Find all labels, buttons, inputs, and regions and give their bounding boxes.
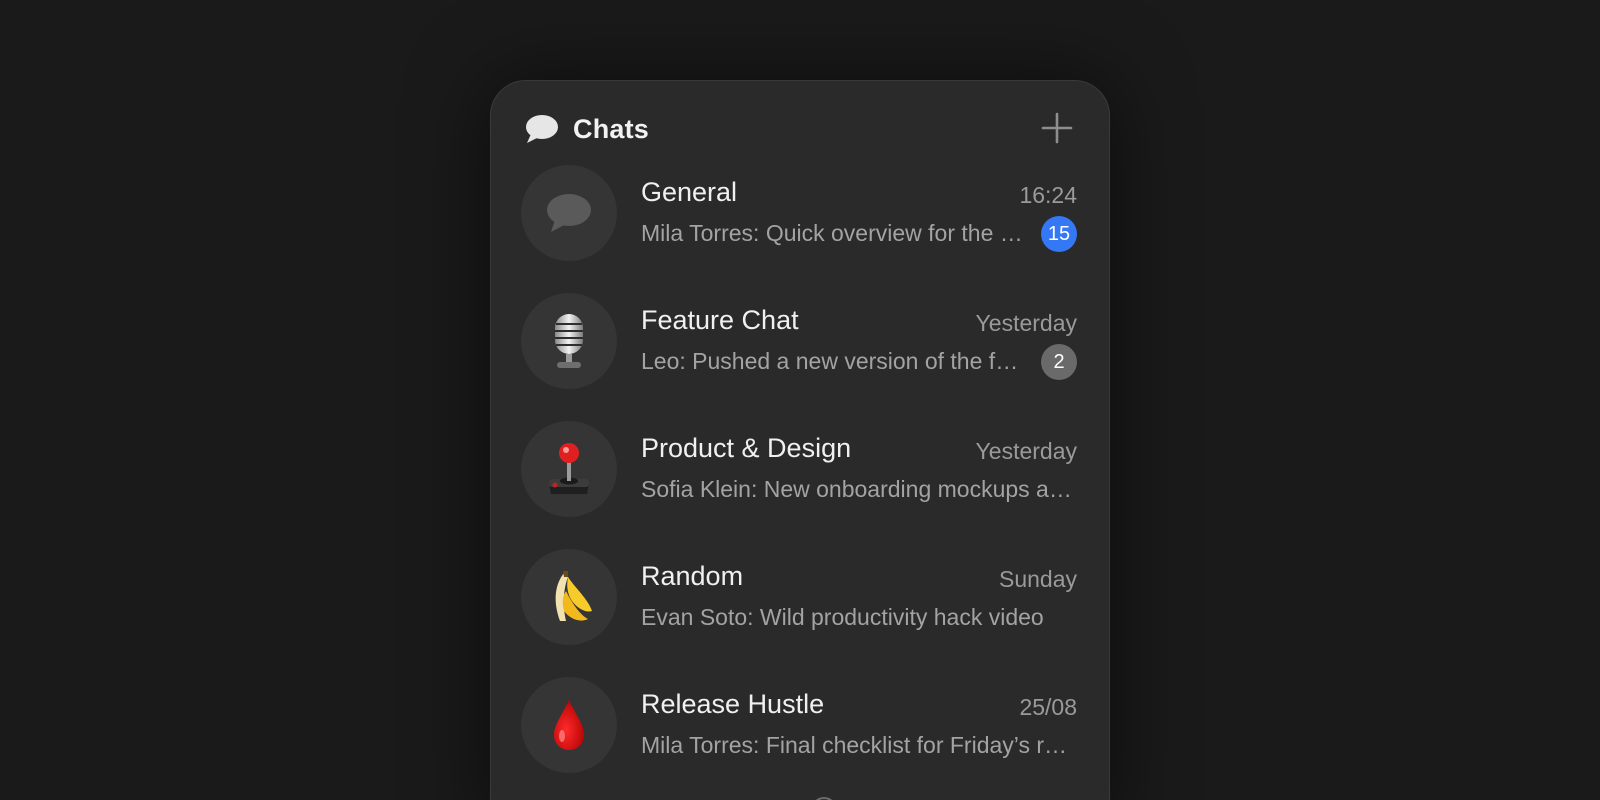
chat-item-random[interactable]: Random Sunday Evan Soto: Wild productivi… [491,549,1109,677]
new-chat-button[interactable] [1037,109,1077,149]
avatar [521,677,617,773]
chat-name: Release Hustle [641,689,825,719]
chat-name: Product & Design [641,433,852,463]
chat-name: Random [641,561,744,591]
page-title: Chats [573,113,650,144]
chat-item-release-hustle[interactable]: Release Hustle 25/08 Mila Torres: Final … [491,677,1109,800]
chat-item-product-design[interactable]: Product & Design Yesterday Sofia Klein: … [491,421,1109,549]
chat-list: General 16:24 Mila Torres: Quick overvie… [491,165,1109,800]
chat-preview: Evan Soto: Wild productivity hack video [641,604,1044,630]
app-stage: Chats General 16:24 Mila Torres: Quick o… [0,0,1600,800]
unread-badge: 2 [1041,344,1077,380]
chat-preview: Mila Torres: Quick overview for the team [641,220,1026,246]
avatar [521,421,617,517]
blood-drop-icon [551,698,587,752]
chat-time: Sunday [998,566,1077,592]
chat-time: 25/08 [1019,694,1077,720]
banana-icon [542,569,596,625]
avatar [521,549,617,645]
chat-name: Feature Chat [641,305,799,335]
chat-name: General [641,177,738,207]
chat-preview: Leo: Pushed a new version of the feature [641,348,1026,374]
chat-preview: Mila Torres: Final checklist for Friday’… [641,732,1073,758]
chats-header: Chats [525,109,1077,149]
avatar [521,293,617,389]
speech-bubble-icon [525,114,559,144]
chat-item-feature-chat[interactable]: Feature Chat Yesterday Leo: Pushed a new… [491,293,1109,421]
chat-item-general[interactable]: General 16:24 Mila Torres: Quick overvie… [491,165,1109,293]
speech-bubble-icon [546,193,592,233]
microphone-icon [547,312,591,370]
avatar [521,165,617,261]
chats-panel: Chats General 16:24 Mila Torres: Quick o… [490,80,1110,800]
plus-icon [1041,112,1073,147]
chat-preview: Sofia Klein: New onboarding mockups are … [641,476,1073,502]
chat-time: Yesterday [975,438,1077,464]
unread-badge: 15 [1041,216,1077,252]
chat-time: Yesterday [975,310,1077,336]
joystick-icon [545,441,593,497]
chat-time: 16:24 [1019,182,1077,208]
